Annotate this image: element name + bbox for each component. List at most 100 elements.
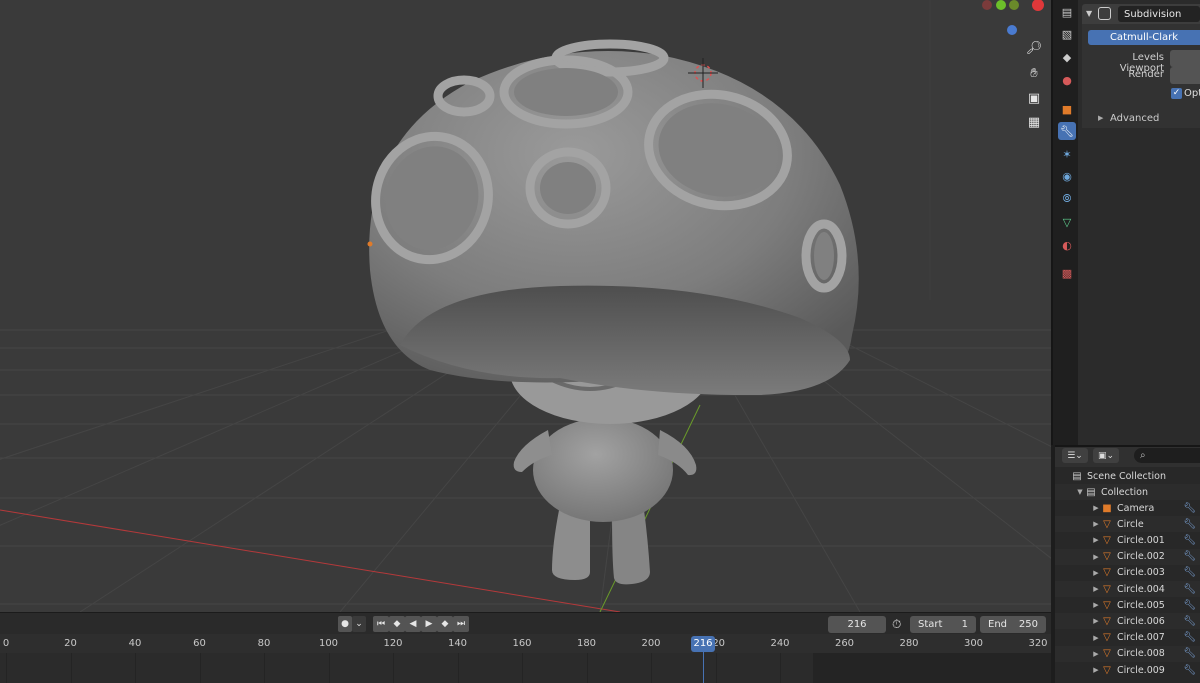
data-tab-icon[interactable]: ▽ [1058,213,1076,231]
frame-grid-line [6,653,7,683]
outliner-item-label: Circle.008 [1117,648,1165,660]
output-tab-icon[interactable]: ▧ [1058,25,1076,43]
frame-tick-label: 100 [318,638,339,649]
expand-icon[interactable]: ▶ [1091,617,1101,625]
frame-grid-line [135,653,136,683]
next-keyframe-icon[interactable]: ◆ [437,616,453,632]
frame-grid-line [973,653,975,683]
collapse-modifier-icon[interactable]: ▼ [1086,9,1092,18]
camera-view-icon[interactable]: ▣ [1024,88,1044,108]
material-tab-icon[interactable]: ◐ [1058,236,1076,254]
physics-tab-icon[interactable]: ◉ [1058,167,1076,185]
jump-end-icon[interactable]: ⏭︎ [453,616,469,632]
jump-start-icon[interactable]: ⏮︎ [373,616,389,632]
prev-keyframe-icon[interactable]: ◆ [389,616,405,632]
end-frame-field[interactable]: End 250 [980,616,1046,633]
perspective-grid-icon[interactable]: ▦ [1024,112,1044,132]
outliner-item[interactable]: ▶ ▽ Circle.004 🔧︎ [1055,581,1200,597]
mesh-icon: ▽ [1103,567,1111,579]
render-levels-field[interactable] [1170,67,1200,84]
scene-collection-label: Scene Collection [1087,470,1166,482]
collection-expand-icon[interactable]: ▼ [1075,488,1085,496]
optimal-display-checkbox[interactable]: ✓ [1171,88,1182,99]
outliner-item-label: Circle [1117,518,1144,530]
levels-viewport-field[interactable] [1170,50,1200,67]
frame-grid-line [264,653,265,683]
outliner-item[interactable]: ▶ ▽ Circle.008 🔧︎ [1055,645,1200,662]
play-icon[interactable]: ▶ [421,616,437,632]
view-layer-tab-icon[interactable]: ◆ [1058,48,1076,66]
record-icon[interactable]: ● [338,616,352,632]
modifier-wrench-icon[interactable]: 🔧︎ [1183,519,1196,530]
particles-tab-icon[interactable]: ✶ [1058,145,1076,163]
texture-tab-icon[interactable]: ▩ [1058,264,1076,282]
keying-dropdown-icon[interactable]: ⌄ [352,616,366,632]
scene-collection-row[interactable]: ▤ Scene Collection [1055,468,1200,484]
advanced-expand-icon[interactable]: ▶ [1098,114,1103,122]
constraints-tab-icon[interactable]: ⦾ [1058,190,1076,208]
scene-tab-icon[interactable]: ● [1058,71,1076,89]
expand-icon[interactable]: ▶ [1091,666,1101,674]
pan-hand-icon[interactable]: ✋︎ [1024,63,1044,83]
current-frame-field[interactable]: 216 [828,616,886,633]
modifier-wrench-icon[interactable]: 🔧︎ [1183,648,1196,659]
frame-grid-line [522,653,523,683]
playhead-label[interactable]: 216 [691,636,715,652]
catmull-clark-button[interactable]: Catmull-Clark [1088,30,1200,45]
expand-icon[interactable]: ▶ [1091,553,1101,561]
modifier-wrench-icon[interactable]: 🔧︎ [1183,503,1196,514]
modifier-wrench-icon[interactable]: 🔧︎ [1183,584,1196,595]
modifier-wrench-icon[interactable]: 🔧︎ [1183,616,1196,627]
outliner-item[interactable]: ▶ ▽ Circle.002 🔧︎ [1055,548,1200,565]
expand-icon[interactable]: ▶ [1091,634,1101,642]
outliner-item[interactable]: ▶ ▽ Circle.006 🔧︎ [1055,613,1200,630]
frame-tick-label: 0 [2,638,10,649]
mesh-icon: ▽ [1103,632,1111,644]
expand-icon[interactable]: ▶ [1091,650,1101,658]
timer-icon[interactable]: ⏱︎ [892,617,901,632]
gizmo-neg-x[interactable] [982,0,992,10]
gizmo-z-axis[interactable] [1007,25,1017,35]
modifier-wrench-icon[interactable]: 🔧︎ [1183,632,1196,643]
outliner-item[interactable]: ▶ ■ Camera 🔧︎ [1055,500,1200,516]
outliner-item[interactable]: ▶ ▽ Circle.003 🔧︎ [1055,565,1200,581]
expand-icon[interactable]: ▶ [1091,536,1101,544]
outliner-search-input[interactable]: ⌕ [1134,448,1200,463]
expand-icon[interactable]: ▶ [1091,601,1101,609]
outliner-item[interactable]: ▶ ▽ Circle.001 🔧︎ [1055,532,1200,548]
modifier-wrench-icon[interactable]: 🔧︎ [1183,567,1196,578]
expand-icon[interactable]: ▶ [1091,569,1101,577]
object-tab-icon[interactable]: ■ [1058,100,1076,118]
expand-icon[interactable]: ▶ [1091,585,1101,593]
modifier-name-field[interactable]: Subdivision [1118,6,1200,22]
modifier-wrench-tab-icon[interactable]: 🔧︎ [1058,122,1076,140]
outliner-item[interactable]: ▶ ▽ Circle 🔧︎ [1055,516,1200,533]
modifier-wrench-icon[interactable]: 🔧︎ [1183,665,1196,676]
frame-tick-label: 180 [576,638,597,649]
modifier-wrench-icon[interactable]: 🔧︎ [1183,600,1196,611]
outliner-item[interactable]: ▶ ▽ Circle.007 🔧︎ [1055,630,1200,646]
outliner-item[interactable]: ▶ ▽ Circle.009 🔧︎ [1055,662,1200,678]
zoom-icon[interactable]: 🔎︎ [1024,38,1044,58]
end-label: End [988,619,1008,630]
modifier-wrench-icon[interactable]: 🔧︎ [1183,535,1196,546]
modifier-wrench-icon[interactable]: 🔧︎ [1183,551,1196,562]
play-reverse-icon[interactable]: ◀ [405,616,421,632]
filter-icon[interactable]: ▣⌄ [1093,448,1119,463]
display-mode-icon[interactable]: ☰⌄ [1062,448,1088,463]
x-axis-line [0,509,621,612]
outliner-item[interactable]: ▶ ▽ Circle.005 🔧︎ [1055,597,1200,613]
advanced-label[interactable]: Advanced [1110,113,1159,124]
3d-viewport[interactable]: 🔎︎ ✋︎ ▣ ▦ [0,0,1051,612]
mesh-icon: ▽ [1103,551,1111,563]
render-tab-icon[interactable]: ▤ [1058,3,1076,21]
outliner-item-label: Circle.001 [1117,534,1165,546]
frame-grid-line [651,653,652,683]
frame-grid-line [70,653,72,683]
gizmo-neg-z[interactable] [1009,0,1019,10]
expand-icon[interactable]: ▶ [1091,504,1101,512]
gizmo-y-axis[interactable] [996,0,1006,10]
start-frame-field[interactable]: Start 1 [910,616,976,633]
collection-row[interactable]: ▼ ▤ Collection [1055,484,1200,500]
expand-icon[interactable]: ▶ [1091,520,1101,528]
